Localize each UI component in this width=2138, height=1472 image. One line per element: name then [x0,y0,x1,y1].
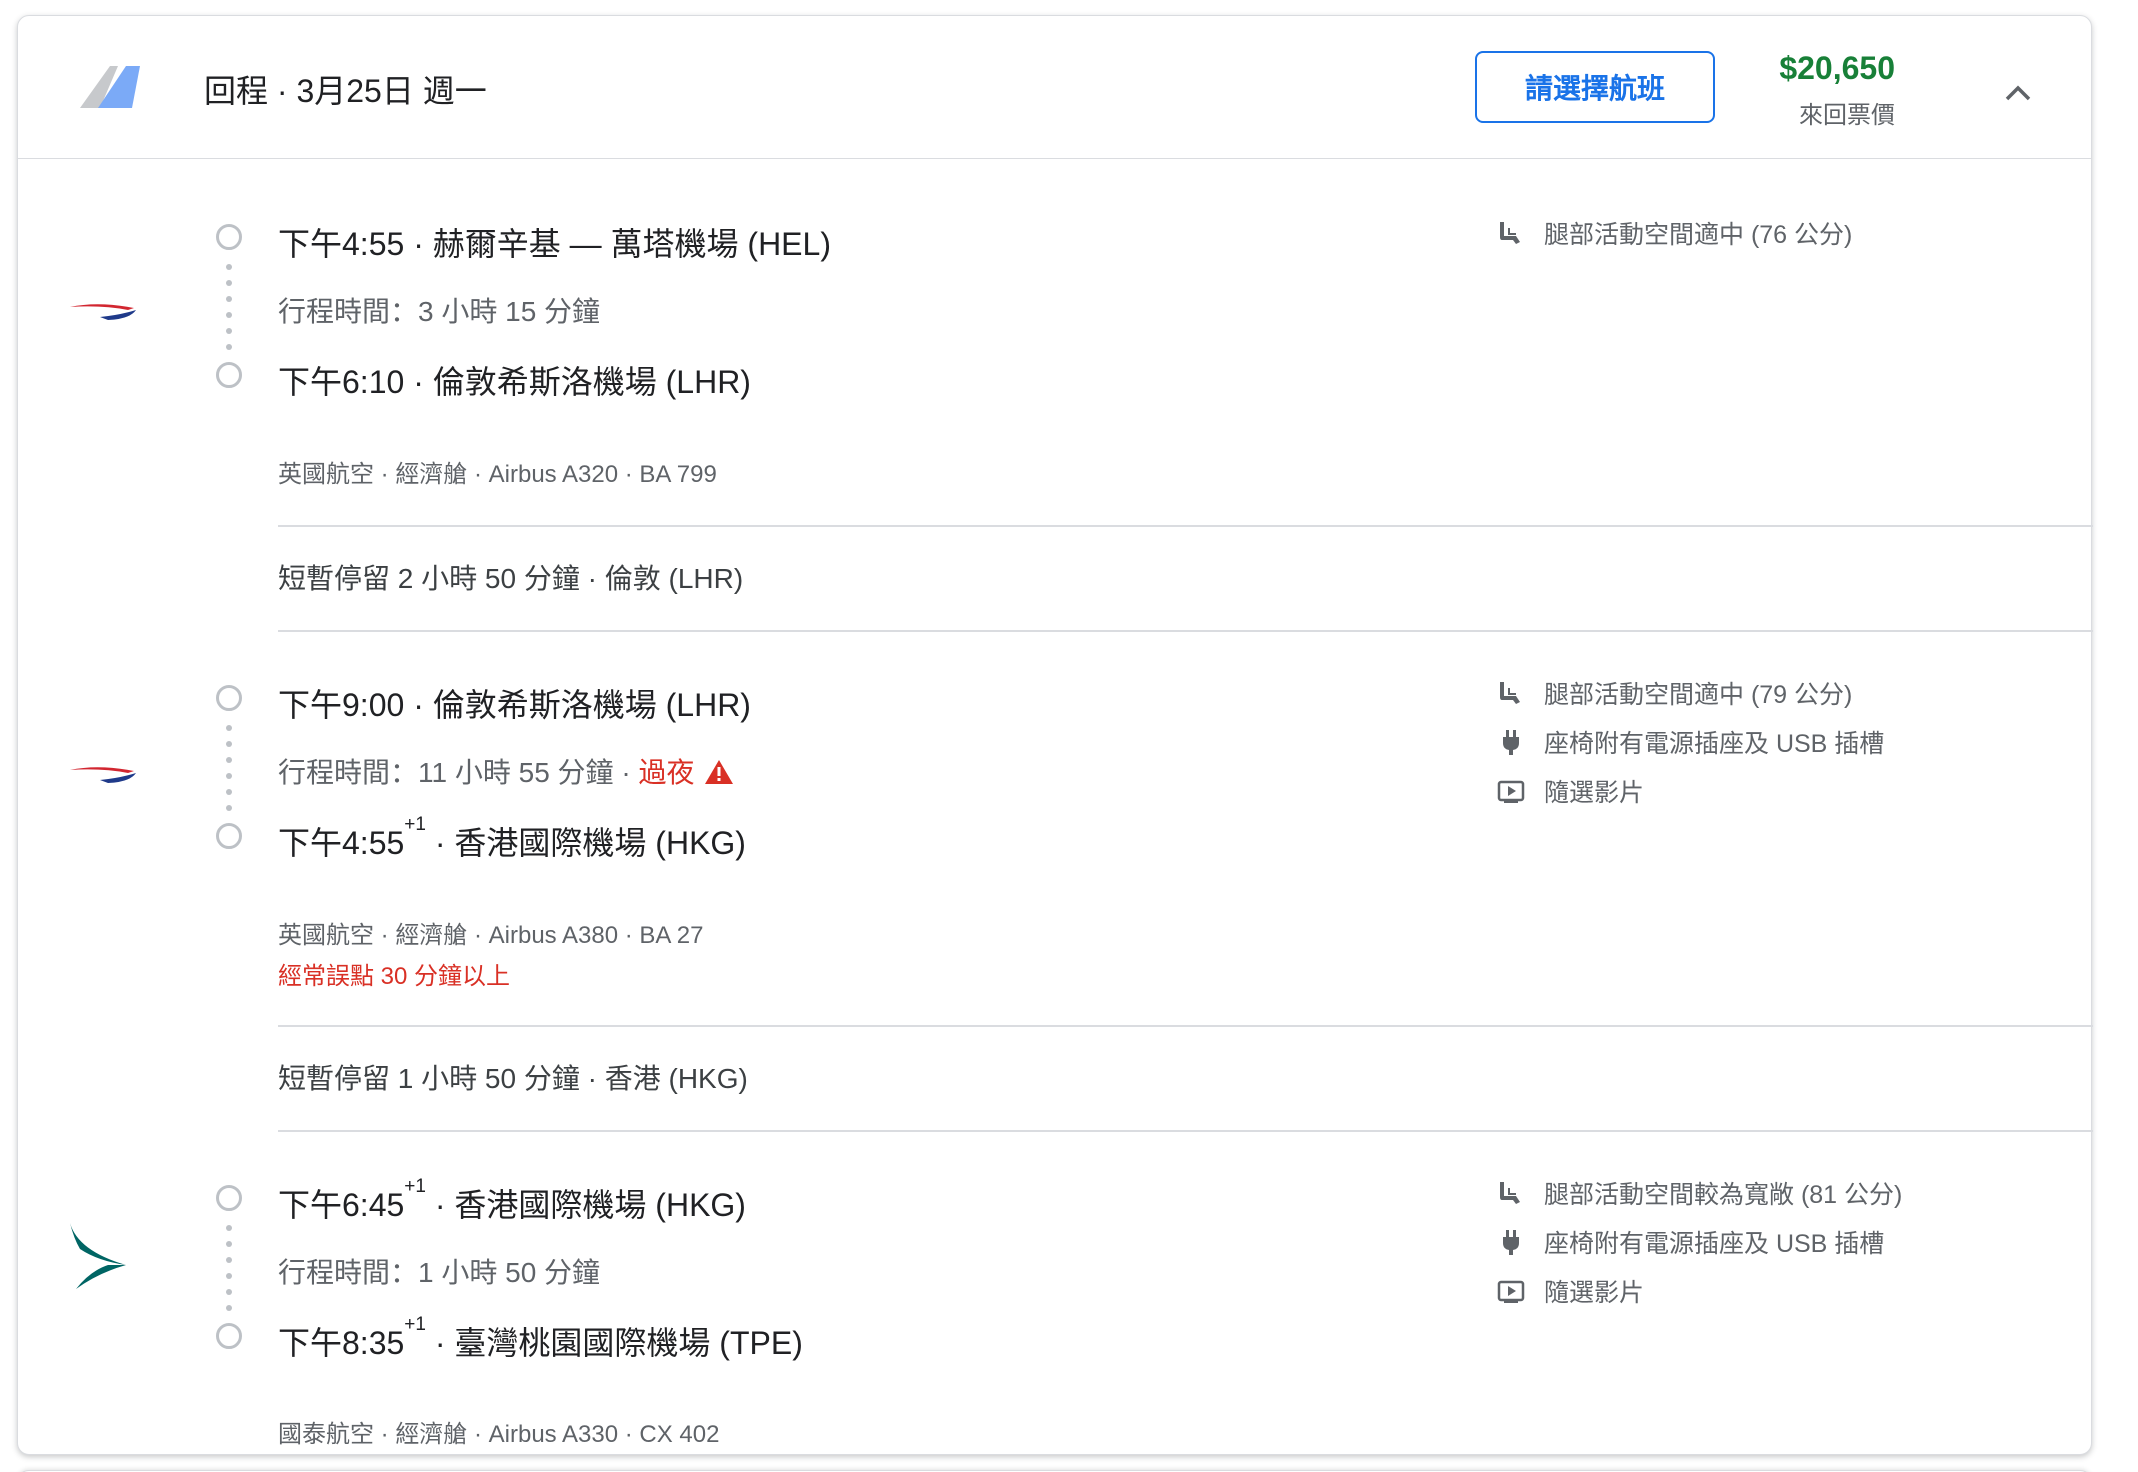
travel-duration: 行程時間：3 小時 15 分鐘 [278,296,601,327]
flight-info: 英國航空 · 經濟艙 · Airbus A320 · BA 799 [278,461,717,488]
departure-time: 下午4:55 [278,226,405,262]
legroom-icon [1500,1182,1520,1204]
arrival-time: 下午6:10 [278,364,405,400]
segment-timeline [216,224,242,394]
arrival-airport: · 倫敦希斯洛機場 (LHR) [404,364,751,400]
delay-warning: 經常誤點 30 分鐘以上 [278,963,511,990]
return-trip-icon [80,66,140,108]
video-icon [1497,780,1525,803]
segment-timeline [216,1185,242,1355]
select-flight-button[interactable]: 請選擇航班 [1475,51,1715,123]
departure-line: 下午6:45+1 · 香港國際機場 (HKG) [278,1176,746,1226]
arrival-time: 下午8:35 [278,1325,405,1361]
price-block: $20,650 來回票價 [1779,50,1895,130]
next-day-indicator: +1 [404,814,426,835]
return-flight-card: 回程 · 3月25日 週一 請選擇航班 $20,650 來回票價 下午4:55 … [17,15,2093,1456]
departure-airport: · 倫敦希斯洛機場 (LHR) [404,687,751,723]
arrival-marker [216,823,242,849]
overnight-flag: 過夜 [638,757,695,788]
layover-text: 短暫停留 1 小時 50 分鐘 · 香港 (HKG) [278,1063,748,1094]
power-plug-icon [1503,1230,1519,1255]
departure-marker [216,685,242,711]
arrival-line: 下午6:10 · 倫敦希斯洛機場 (LHR) [278,357,751,403]
departure-marker [216,1185,242,1211]
travel-duration: 行程時間：1 小時 50 分鐘 [278,1257,601,1288]
round-trip-price: $20,650 [1779,50,1895,86]
british-airways-logo [70,304,136,320]
departure-airport: · 赫爾辛基 — 萬塔機場 (HEL) [404,226,831,262]
trip-direction-date: 回程 · 3月25日 週一 [204,73,487,109]
departure-marker [216,224,242,250]
legroom-icon [1500,682,1520,704]
travel-duration-line: 行程時間：11 小時 55 分鐘 · 過夜 [278,751,734,791]
chevron-up-icon[interactable] [2003,82,2033,102]
legroom-icon [1500,222,1520,244]
layover-2: 短暫停留 1 小時 50 分鐘 · 香港 (HKG) [278,1025,2093,1132]
travel-duration: 行程時間：11 小時 55 分鐘 · [278,757,639,788]
british-airways-logo [70,767,136,783]
arrival-line: 下午8:35+1 · 臺灣桃園國際機場 (TPE) [278,1314,803,1364]
round-trip-price-label: 來回票價 [1799,102,1895,129]
warning-icon [705,760,734,784]
next-day-indicator: +1 [404,1176,426,1197]
layover-text: 短暫停留 2 小時 50 分鐘 · 倫敦 (LHR) [278,563,744,594]
arrival-marker [216,1323,242,1349]
arrival-marker [216,362,242,388]
departure-airport: · 香港國際機場 (HKG) [425,1187,746,1223]
arrival-airport: · 臺灣桃園國際機場 (TPE) [425,1325,803,1361]
departure-time: 下午9:00 [278,687,405,723]
departure-line: 下午9:00 · 倫敦希斯洛機場 (LHR) [278,680,751,726]
power-plug-icon [1503,730,1519,755]
layover-1: 短暫停留 2 小時 50 分鐘 · 倫敦 (LHR) [278,525,2093,632]
flight-card-header[interactable]: 回程 · 3月25日 週一 請選擇航班 $20,650 來回票價 [18,16,2091,159]
arrival-time: 下午4:55 [278,825,405,861]
flight-segment-3: 下午6:45+1 · 香港國際機場 (HKG) 行程時間：1 小時 50 分鐘 … [18,1132,2091,1456]
arrival-airport: · 香港國際機場 (HKG) [425,825,746,861]
next-day-indicator: +1 [404,1314,426,1335]
flight-info: 英國航空 · 經濟艙 · Airbus A380 · BA 27 [278,922,704,949]
departure-line: 下午4:55 · 赫爾辛基 — 萬塔機場 (HEL) [278,219,831,265]
flight-info: 國泰航空 · 經濟艙 · Airbus A330 · CX 402 [278,1421,720,1448]
cathay-pacific-logo [70,1223,126,1289]
segment-timeline [216,685,242,855]
flight-segment-2: 下午9:00 · 倫敦希斯洛機場 (LHR) 行程時間：11 小時 55 分鐘 … [18,632,2091,1025]
departure-time: 下午6:45 [278,1187,405,1223]
arrival-line: 下午4:55+1 · 香港國際機場 (HKG) [278,814,746,864]
video-icon [1497,1280,1525,1303]
flight-segment-1: 下午4:55 · 赫爾辛基 — 萬塔機場 (HEL) 行程時間：3 小時 15 … [18,159,2091,525]
